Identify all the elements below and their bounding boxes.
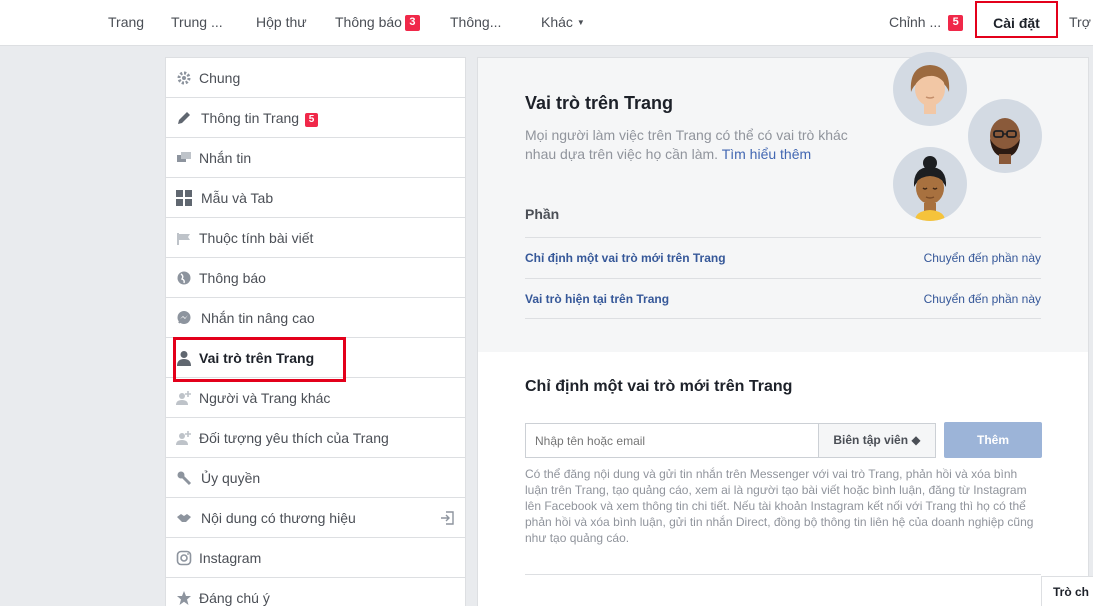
person-add-icon — [176, 431, 191, 445]
sidebar-item-page-roles[interactable]: Vai trò trên Trang — [166, 338, 465, 378]
sidebar-item-templates-tabs[interactable]: Mẫu và Tab — [166, 178, 465, 218]
nav-inbox[interactable]: Hộp thư — [256, 0, 307, 46]
avatar — [893, 147, 967, 221]
assign-role-heading: Chỉ định một vai trò mới trên Trang — [525, 378, 793, 395]
sidebar-item-label: Vai trò trên Trang — [199, 350, 315, 366]
nav-edit-label: Chỉnh ... — [889, 14, 942, 30]
sidebar-item-featured[interactable]: Đáng chú ý — [166, 578, 465, 606]
messenger-icon — [177, 311, 191, 324]
sidebar-item-advanced-messaging[interactable]: Nhắn tin nâng cao — [166, 298, 465, 338]
flag-icon — [177, 233, 190, 245]
sidebar-item-authorizations[interactable]: Ủy quyền — [166, 458, 465, 498]
person-illustration-icon — [910, 65, 950, 114]
section-link-existing-roles[interactable]: Vai trò hiện tại trên Trang — [525, 279, 669, 319]
nav-edit-page[interactable]: Chỉnh ... 5 — [889, 0, 964, 46]
nav-more[interactable]: Khác ▼ — [541, 0, 585, 46]
sidebar-item-preferred-audience[interactable]: Đối tượng yêu thích của Trang — [166, 418, 465, 458]
nav-insights-label: Thông... — [450, 14, 502, 30]
add-button[interactable]: Thêm — [944, 422, 1042, 458]
nav-center-label: Trung ... — [171, 14, 223, 30]
page-info-badge: 5 — [305, 113, 319, 127]
sidebar-item-label: Thông tin Trang — [201, 110, 300, 126]
edit-badge: 5 — [948, 15, 964, 31]
settings-sidebar: Chung Thông tin Trang 5 Nhắn tin Mẫu và T… — [165, 57, 466, 606]
chat-tab[interactable]: Trò ch — [1041, 576, 1093, 606]
nav-center[interactable]: Trung ... — [171, 0, 223, 46]
person-add-icon — [176, 391, 191, 405]
sidebar-item-instagram[interactable]: Instagram — [166, 538, 465, 578]
section-link-assign-role[interactable]: Chỉ định một vai trò mới trên Trang — [525, 238, 726, 278]
grid-icon — [176, 190, 192, 206]
sidebar-item-label: Đối tượng yêu thích của Trang — [199, 430, 389, 446]
chat-icon — [177, 152, 191, 162]
external-link-icon[interactable] — [439, 510, 455, 526]
sidebar-item-post-attribution[interactable]: Thuộc tính bài viết — [166, 218, 465, 258]
sidebar-item-label-wrap: Thông tin Trang 5 — [201, 98, 319, 138]
divider — [525, 574, 1041, 575]
sidebar-item-notifications[interactable]: Thông báo — [166, 258, 465, 298]
star-icon — [177, 591, 191, 605]
sidebar-item-label: Nhắn tin — [199, 150, 252, 166]
settings-tab[interactable]: Cài đặt — [975, 1, 1058, 38]
nav-help[interactable]: Trợ — [1069, 0, 1091, 46]
globe-icon — [177, 271, 191, 285]
wrench-icon — [177, 471, 192, 486]
nav-insights[interactable]: Thông... — [450, 0, 501, 46]
caret-down-icon: ▼ — [576, 18, 585, 27]
instagram-icon — [176, 550, 192, 566]
sidebar-item-label: Nội dung có thương hiệu — [201, 510, 356, 526]
nav-page-label: Trang — [108, 14, 145, 30]
divider — [525, 318, 1041, 319]
person-illustration-icon — [913, 156, 947, 221]
gear-icon — [177, 71, 191, 85]
settings-tab-label: Cài đặt — [993, 15, 1040, 31]
role-select[interactable]: Biên tập viên ◆ — [818, 423, 936, 458]
nav-notifications-label: Thông báo — [335, 14, 402, 30]
page-roles-panel: Vai trò trên Trang Mọi người làm việc tr… — [477, 52, 1089, 606]
page-description: Mọi người làm việc trên Trang có thể có … — [525, 126, 865, 164]
person-icon — [177, 351, 191, 366]
nav-notifications[interactable]: Thông báo 3 — [335, 0, 420, 46]
sidebar-item-page-info[interactable]: Thông tin Trang 5 — [166, 98, 465, 138]
page-title: Vai trò trên Trang — [525, 93, 674, 113]
pencil-icon — [178, 112, 190, 124]
role-description: Có thể đăng nội dung và gửi tin nhắn trê… — [525, 467, 1034, 545]
sidebar-item-messaging[interactable]: Nhắn tin — [166, 138, 465, 178]
nav-page[interactable]: Trang — [108, 0, 144, 46]
sidebar-item-label: Instagram — [199, 550, 262, 566]
name-or-email-input[interactable] — [525, 423, 818, 458]
sidebar-item-label: Đáng chú ý — [199, 590, 270, 606]
page-roles-overview: Vai trò trên Trang Mọi người làm việc tr… — [478, 52, 1088, 352]
sidebar-item-label: Người và Trang khác — [199, 390, 331, 406]
jump-to-section-link[interactable]: Chuyển đến phần này — [924, 279, 1041, 319]
section-row: Vai trò hiện tại trên Trang Chuyển đến p… — [525, 278, 1041, 319]
person-illustration-icon — [990, 118, 1020, 164]
sidebar-item-label: Chung — [199, 70, 241, 86]
sidebar-item-label: Ủy quyền — [201, 470, 261, 486]
nav-inbox-label: Hộp thư — [256, 14, 307, 30]
nav-more-label: Khác — [541, 14, 573, 30]
avatar — [968, 99, 1042, 173]
avatar — [893, 52, 967, 126]
learn-more-link[interactable]: Tìm hiểu thêm — [722, 146, 811, 162]
sidebar-item-label: Nhắn tin nâng cao — [201, 310, 315, 326]
sidebar-item-general[interactable]: Chung — [166, 58, 465, 98]
section-heading: Phần — [525, 206, 560, 222]
sidebar-item-label: Mẫu và Tab — [201, 190, 274, 206]
sidebar-item-branded-content[interactable]: Nội dung có thương hiệu — [166, 498, 465, 538]
section-row: Chỉ định một vai trò mới trên Trang Chuy… — [525, 237, 1041, 278]
jump-to-section-link[interactable]: Chuyển đến phần này — [924, 238, 1041, 278]
nav-help-label: Trợ — [1069, 14, 1091, 30]
notifications-badge: 3 — [404, 15, 420, 31]
sidebar-item-people-other-pages[interactable]: Người và Trang khác — [166, 378, 465, 418]
sidebar-item-label: Thuộc tính bài viết — [199, 230, 314, 246]
top-navigation-bar: Trang Trung ... Hộp thư Thông báo 3 Thông… — [0, 0, 1093, 46]
sidebar-item-label: Thông báo — [199, 270, 266, 286]
handshake-icon — [177, 514, 191, 522]
